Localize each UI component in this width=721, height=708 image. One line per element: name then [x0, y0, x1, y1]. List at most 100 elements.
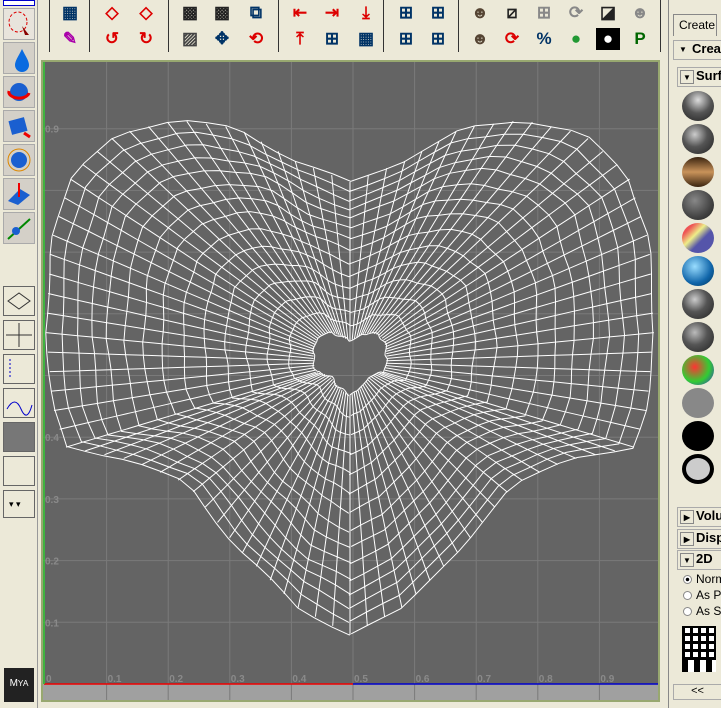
rgb-channels-icon[interactable]: ● — [564, 28, 588, 50]
checker-texture-icon[interactable] — [682, 660, 716, 672]
move-tool[interactable] — [3, 76, 35, 108]
v-axis-label: 0.9 — [45, 125, 59, 136]
grid-icon[interactable]: ⊞ — [532, 2, 556, 24]
grid-uv-icon[interactable]: ⊞ — [320, 28, 344, 50]
remove-isolate-icon[interactable]: ⊞ — [394, 28, 418, 50]
layout-four[interactable] — [3, 320, 35, 350]
radio-label: As S — [696, 604, 721, 618]
align-left-icon[interactable]: ⇤ — [288, 2, 312, 24]
uv-ratio-icon[interactable]: % — [532, 28, 556, 50]
blinn-shader-icon[interactable] — [682, 124, 714, 154]
flip-v-icon[interactable]: ◇ — [134, 2, 158, 24]
image-range-icon[interactable]: ☻ — [468, 28, 492, 50]
phong-shader-icon[interactable] — [682, 289, 714, 319]
hypershade-create-panel: Create ▼Crea ▼Surf ▶Volu ▶Disp ▼2D Norm … — [668, 0, 721, 708]
radio-as-stencil[interactable]: As S — [683, 604, 721, 618]
lambert-shader-icon[interactable] — [682, 190, 714, 220]
layout-graph[interactable] — [3, 388, 35, 418]
rotate-tool[interactable] — [3, 110, 35, 142]
align-right-icon[interactable]: ⇥ — [320, 2, 344, 24]
section-displacement[interactable]: ▶Disp — [677, 529, 721, 549]
toolbar-separator — [168, 0, 169, 52]
section-surface[interactable]: ▼ Surf — [677, 67, 721, 87]
section-label: Surf — [696, 68, 721, 83]
uv-toolbar: ▦ ✎ ◇ ◇ ↺ ↻ ▩ ▩ ⧉ ▨ ✥ ⟲ ⇤ ⇥ ⤓ ⤒ ⊞ ▦ ⊞ ⊞ ⊞ ⊞ ☻ ⧄ ⊞ ⟳ ◪ ☻ ☻ ⟳% ● ● P — [38, 0, 661, 56]
align-bottom-icon[interactable]: ⤓ — [354, 2, 378, 24]
uv-canvas[interactable]: 0 0.1 0.2 0.3 0.4 0.5 0.6 0.7 0.8 0.90.10.20.30.4… — [43, 62, 658, 700]
last-tool[interactable] — [3, 212, 35, 244]
lasso-tool[interactable] — [3, 8, 35, 40]
rotate-ccw-icon[interactable]: ↺ — [100, 28, 124, 50]
section-label: Disp — [696, 530, 721, 545]
hair-tube-shader-icon[interactable] — [682, 157, 714, 187]
create-header[interactable]: ▼ Crea — [673, 40, 721, 60]
toolbar-separator — [49, 0, 50, 52]
manipulator-tool[interactable] — [3, 178, 35, 210]
collapse-button[interactable]: << — [673, 684, 721, 700]
update-psd-icon[interactable]: ⟳ — [500, 28, 524, 50]
ramp-shader-icon[interactable] — [682, 355, 714, 385]
layout-combo[interactable] — [3, 456, 35, 486]
radio-as-projection[interactable]: As P — [683, 588, 721, 602]
uv-snapshot-icon[interactable]: ✎ — [58, 28, 82, 50]
section-volumetric[interactable]: ▶ Volu — [677, 507, 721, 527]
surface-shader-shader-icon[interactable] — [682, 421, 714, 451]
align-top-icon[interactable]: ⤒ — [288, 28, 312, 50]
dim-image-icon[interactable]: ◪ — [596, 2, 620, 24]
negative-v-region — [43, 684, 658, 700]
toolbar-separator — [660, 0, 661, 52]
pixel-snap-icon[interactable]: ⟳ — [564, 2, 588, 24]
sew-uv-icon[interactable]: ▩ — [210, 2, 234, 24]
tab-create[interactable]: Create — [673, 14, 717, 36]
psd-network-icon[interactable]: P — [628, 28, 652, 50]
isolate-icon[interactable]: ⊞ — [394, 2, 418, 24]
shaded-icon[interactable]: ⧄ — [500, 2, 524, 24]
shading-map-shader-icon[interactable] — [682, 388, 714, 418]
flip-u-icon[interactable]: ◇ — [100, 2, 124, 24]
rotate-cw-icon[interactable]: ↻ — [134, 28, 158, 50]
filter-icon[interactable]: ☻ — [628, 2, 652, 24]
merge-icon[interactable]: ✥ — [210, 28, 234, 50]
tool-box: ▾ ▾ MYA — [0, 0, 38, 708]
cut-uv-icon[interactable]: ▩ — [178, 2, 202, 24]
radio-label: As P — [696, 588, 721, 602]
layout-hypershade[interactable] — [3, 422, 35, 452]
anisotropic-shader-icon[interactable] — [682, 91, 714, 121]
add-isolate-icon[interactable]: ⊞ — [426, 2, 450, 24]
move-sew-icon[interactable]: ⧉ — [244, 2, 268, 24]
radio-label: Norm — [696, 572, 721, 586]
v-axis-label: 0.4 — [45, 433, 59, 444]
layout-single[interactable] — [3, 286, 35, 316]
section-2d-textures[interactable]: ▼ 2D — [677, 550, 721, 570]
toolbar-separator — [383, 0, 384, 52]
checker-icon[interactable]: ▦ — [58, 2, 82, 24]
layout-dropdown[interactable]: ▾ ▾ — [3, 490, 35, 518]
section-label: Volu — [696, 508, 721, 523]
maya-logo: MYA — [4, 668, 34, 702]
radio-normal[interactable]: Norm — [683, 572, 721, 586]
layout-icon[interactable]: ⟲ — [244, 28, 268, 50]
layout-outliner[interactable] — [3, 354, 35, 384]
create-header-label: Crea — [692, 41, 721, 56]
paint-tool[interactable] — [3, 42, 35, 74]
toolbar-separator — [458, 0, 459, 52]
use-background-shader-icon[interactable] — [682, 454, 714, 484]
toolbar-separator — [89, 0, 90, 52]
map-uv-icon[interactable]: ▦ — [354, 28, 378, 50]
v-axis-label: 0.1 — [45, 618, 59, 629]
alpha-channel-icon[interactable]: ● — [596, 28, 620, 50]
ocean-shader-icon[interactable] — [682, 256, 714, 286]
toolbar-separator — [278, 0, 279, 52]
clear-isolate-icon[interactable]: ⊞ — [426, 28, 450, 50]
v-axis-label: 0.3 — [45, 495, 59, 506]
phong-e-shader-icon[interactable] — [682, 322, 714, 352]
v-axis-label: 0.2 — [45, 557, 59, 568]
layered-shader-icon[interactable] — [682, 223, 714, 253]
select-tool[interactable] — [3, 0, 35, 6]
section-label: 2D — [696, 551, 713, 566]
unfold-icon[interactable]: ▨ — [178, 28, 202, 50]
bulge-texture-icon[interactable] — [682, 626, 716, 660]
uv-texture-editor-viewport[interactable]: 0 0.1 0.2 0.3 0.4 0.5 0.6 0.7 0.8 0.9 0.1 0.2 0.3 0.4… — [41, 60, 660, 702]
display-image-icon[interactable]: ☻ — [468, 2, 492, 24]
scale-tool[interactable] — [3, 144, 35, 176]
